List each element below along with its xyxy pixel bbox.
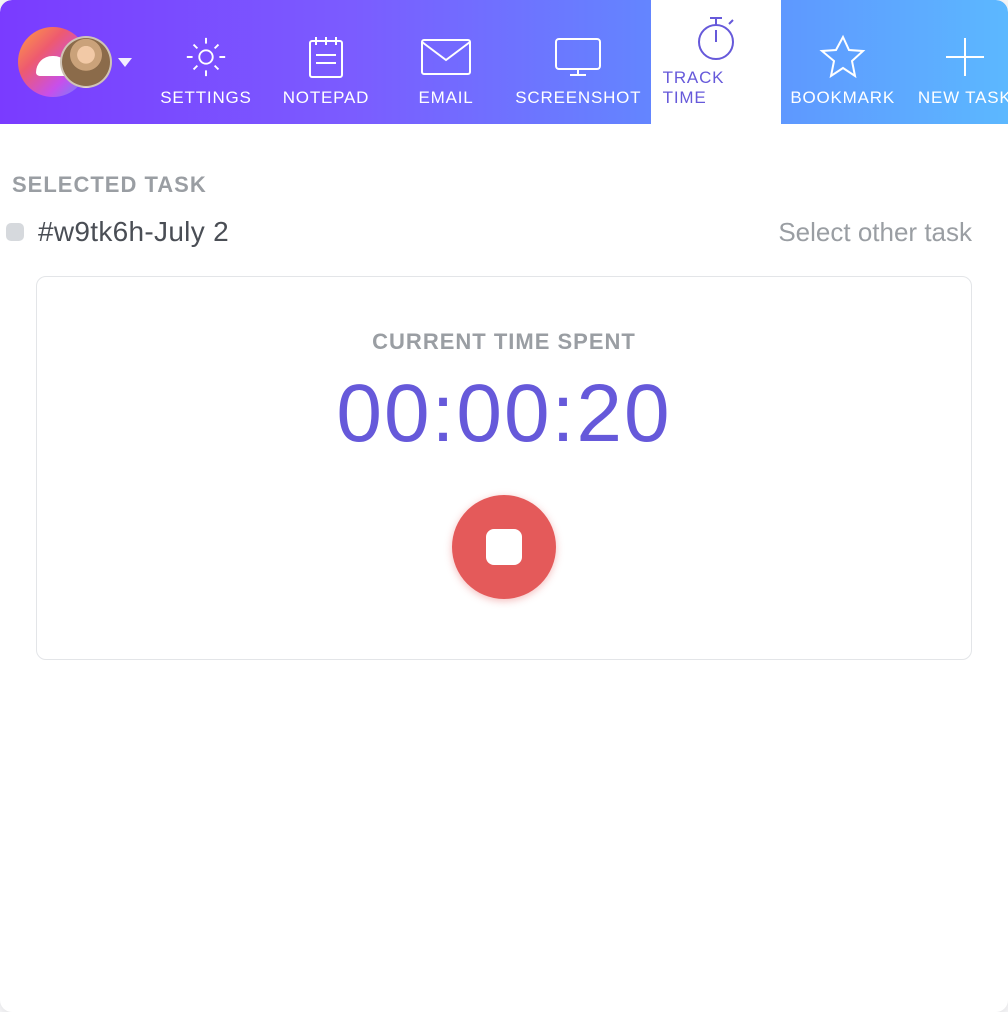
brand-area[interactable] — [0, 0, 146, 124]
notepad-icon — [304, 26, 348, 88]
user-avatar[interactable] — [60, 36, 112, 88]
main-content: SELECTED TASK #w9tk6h-July 2 Select othe… — [0, 124, 1008, 660]
select-other-task-link[interactable]: Select other task — [778, 217, 972, 248]
tab-label: NEW TASK — [918, 88, 1008, 108]
tab-new-task[interactable]: NEW TASK — [905, 0, 1008, 124]
timer-card: CURRENT TIME SPENT 00:00:20 — [36, 276, 972, 660]
email-icon — [419, 26, 473, 88]
chevron-down-icon[interactable] — [118, 58, 132, 67]
tab-track-time[interactable]: TRACK TIME — [651, 0, 781, 124]
tab-bookmark[interactable]: BOOKMARK — [781, 0, 905, 124]
screenshot-icon — [552, 26, 604, 88]
topbar: SETTINGS NOTEPAD EMAIL SCREENSHOT — [0, 0, 1008, 124]
star-icon — [819, 26, 867, 88]
tab-settings[interactable]: SETTINGS — [146, 0, 266, 124]
stopwatch-icon — [693, 6, 739, 68]
tab-label: NOTEPAD — [283, 88, 370, 108]
task-row: #w9tk6h-July 2 Select other task — [6, 216, 972, 248]
gear-icon — [183, 26, 229, 88]
timer-value: 00:00:20 — [336, 373, 671, 455]
topbar-tabs: SETTINGS NOTEPAD EMAIL SCREENSHOT — [146, 0, 1008, 124]
tab-screenshot[interactable]: SCREENSHOT — [506, 0, 651, 124]
stop-icon — [486, 529, 522, 565]
tab-label: BOOKMARK — [790, 88, 895, 108]
tab-label: SCREENSHOT — [515, 88, 641, 108]
task-status-icon[interactable] — [6, 223, 24, 241]
stop-button[interactable] — [452, 495, 556, 599]
tab-label: TRACK TIME — [663, 68, 769, 108]
task-name[interactable]: #w9tk6h-July 2 — [38, 216, 229, 248]
selected-task-heading: SELECTED TASK — [12, 172, 972, 198]
tab-label: EMAIL — [418, 88, 473, 108]
app-window: SETTINGS NOTEPAD EMAIL SCREENSHOT — [0, 0, 1008, 1012]
plus-icon — [942, 26, 988, 88]
task-left: #w9tk6h-July 2 — [6, 216, 229, 248]
tab-label: SETTINGS — [160, 88, 251, 108]
tab-notepad[interactable]: NOTEPAD — [266, 0, 386, 124]
timer-label: CURRENT TIME SPENT — [372, 329, 636, 355]
tab-email[interactable]: EMAIL — [386, 0, 506, 124]
